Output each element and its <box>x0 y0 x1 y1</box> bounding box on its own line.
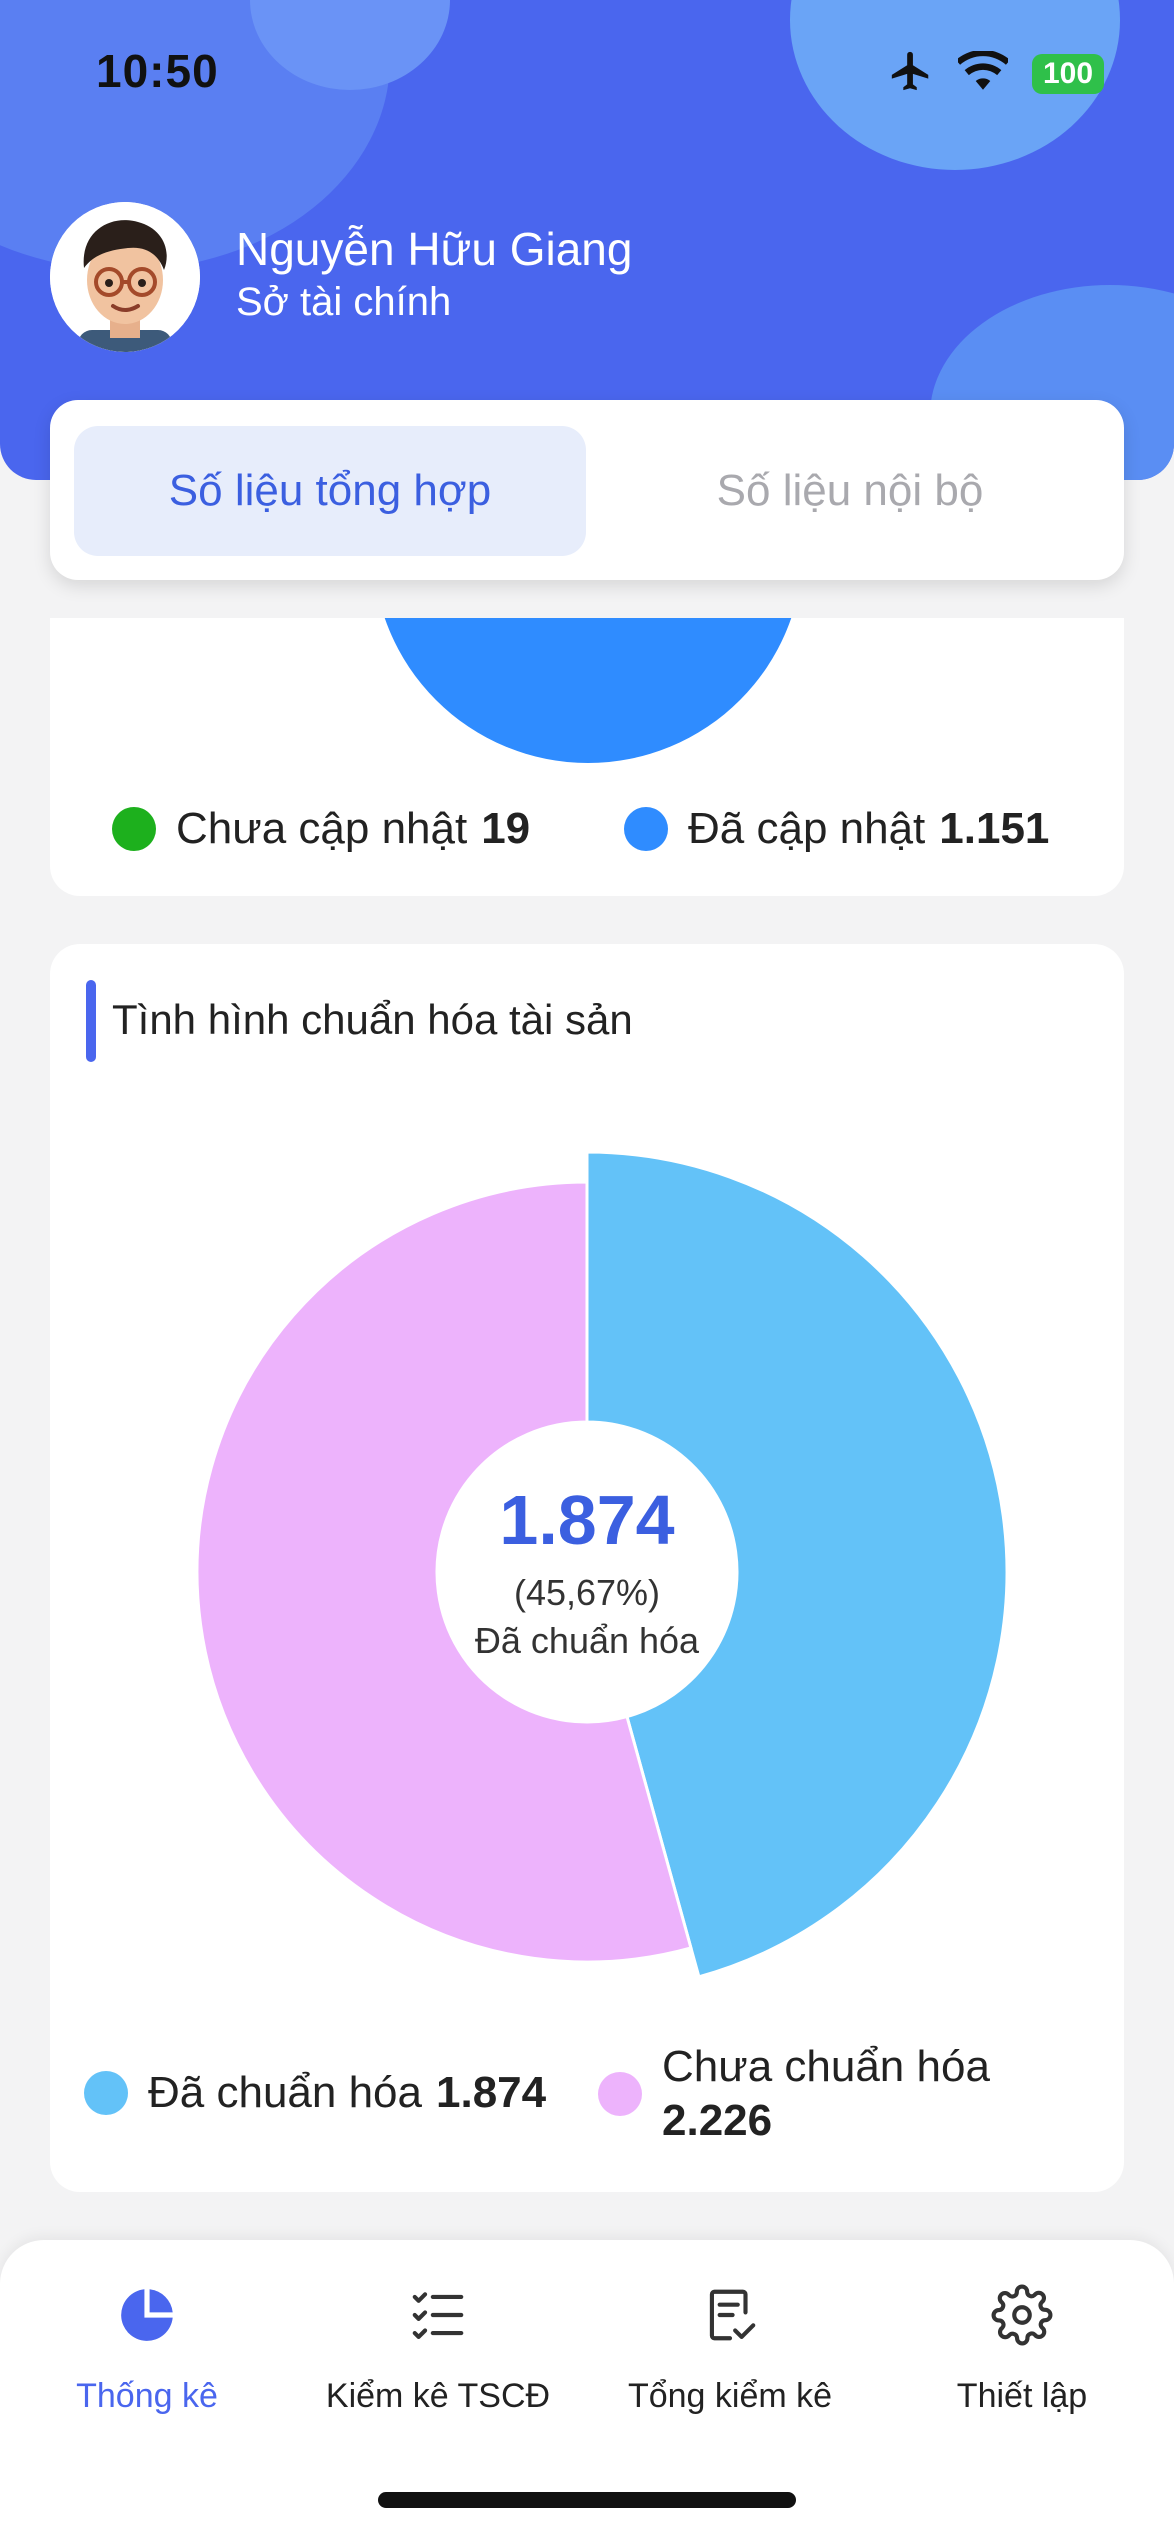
user-organization: Sở tài chính <box>236 280 452 324</box>
legend-standardized: Đã chuẩn hóa 1.874 <box>84 2068 546 2118</box>
legend-label: Chưa chuẩn hóa <box>662 2042 990 2091</box>
checklist-icon <box>407 2284 469 2351</box>
legend-not-standardized: Chưa chuẩn hóa 2.226 <box>598 2040 990 2148</box>
legend-dot <box>112 807 156 851</box>
donut-center-value: 1.874 <box>499 1481 675 1559</box>
wifi-icon <box>955 49 1011 96</box>
legend-value: 2.226 <box>662 2096 773 2145</box>
update-pie-chart <box>384 618 792 763</box>
tab-summary-data[interactable]: Số liệu tổng hợp <box>74 426 586 556</box>
legend-text: Chưa chuẩn hóa 2.226 <box>662 2040 990 2148</box>
legend-dot <box>624 807 668 851</box>
pie-chart-icon <box>116 2284 178 2351</box>
document-check-icon <box>699 2284 761 2351</box>
legend-value: 1.874 <box>436 2068 547 2117</box>
legend-dot <box>598 2072 642 2116</box>
standardization-donut-chart <box>195 1150 1009 1979</box>
donut-center-label: Đã chuẩn hóa <box>474 1620 700 1661</box>
nav-label: Kiểm kê TSCĐ <box>325 2377 551 2415</box>
pie-slice-updated <box>384 618 792 763</box>
nav-item-settings[interactable]: Thiết lập <box>877 2284 1167 2416</box>
airplane-icon <box>888 48 934 99</box>
nav-label: Thống kê <box>76 2377 218 2415</box>
tab-internal-data[interactable]: Số liệu nội bộ <box>594 426 1106 556</box>
status-icons: 100 <box>888 48 1104 99</box>
data-source-tabs: Số liệu tổng hợp Số liệu nội bộ <box>50 400 1124 580</box>
donut-center-percent: (45,67%) <box>513 1572 661 1613</box>
legend-dot <box>84 2071 128 2115</box>
status-time: 10:50 <box>96 45 219 97</box>
legend-value: 19 <box>481 804 531 853</box>
legend-label: Chưa cập nhật <box>176 804 468 853</box>
legend-not-updated: Chưa cập nhật 19 <box>112 804 530 854</box>
standardization-card: Tình hình chuẩn hóa tài sản 1.874 (45,67… <box>50 944 1124 2192</box>
nav-label: Tổng kiểm kê <box>627 2377 833 2415</box>
home-indicator <box>378 2492 796 2508</box>
nav-item-general-inventory[interactable]: Tổng kiểm kê <box>585 2284 875 2416</box>
nav-item-statistics[interactable]: Thống kê <box>2 2284 292 2416</box>
battery-indicator: 100 <box>1032 53 1104 94</box>
legend-updated: Đã cập nhật 1.151 <box>624 804 1049 854</box>
avatar[interactable] <box>50 202 200 352</box>
user-name: Nguyễn Hữu Giang <box>236 223 633 275</box>
gear-icon <box>991 2284 1053 2351</box>
nav-item-fixed-asset-inventory[interactable]: Kiểm kê TSCĐ <box>293 2284 583 2416</box>
nav-label: Thiết lập <box>956 2377 1088 2415</box>
legend-value: 1.151 <box>939 804 1050 853</box>
legend-label: Đã cập nhật <box>688 804 926 853</box>
app-screen: 10:50 100 Nguyễn Hữu Giang Sở tài chính … <box>0 0 1174 2536</box>
legend-label: Đã chuẩn hóa <box>148 2068 422 2117</box>
update-status-card: Chưa cập nhật 19 Đã cập nhật 1.151 <box>50 618 1124 896</box>
